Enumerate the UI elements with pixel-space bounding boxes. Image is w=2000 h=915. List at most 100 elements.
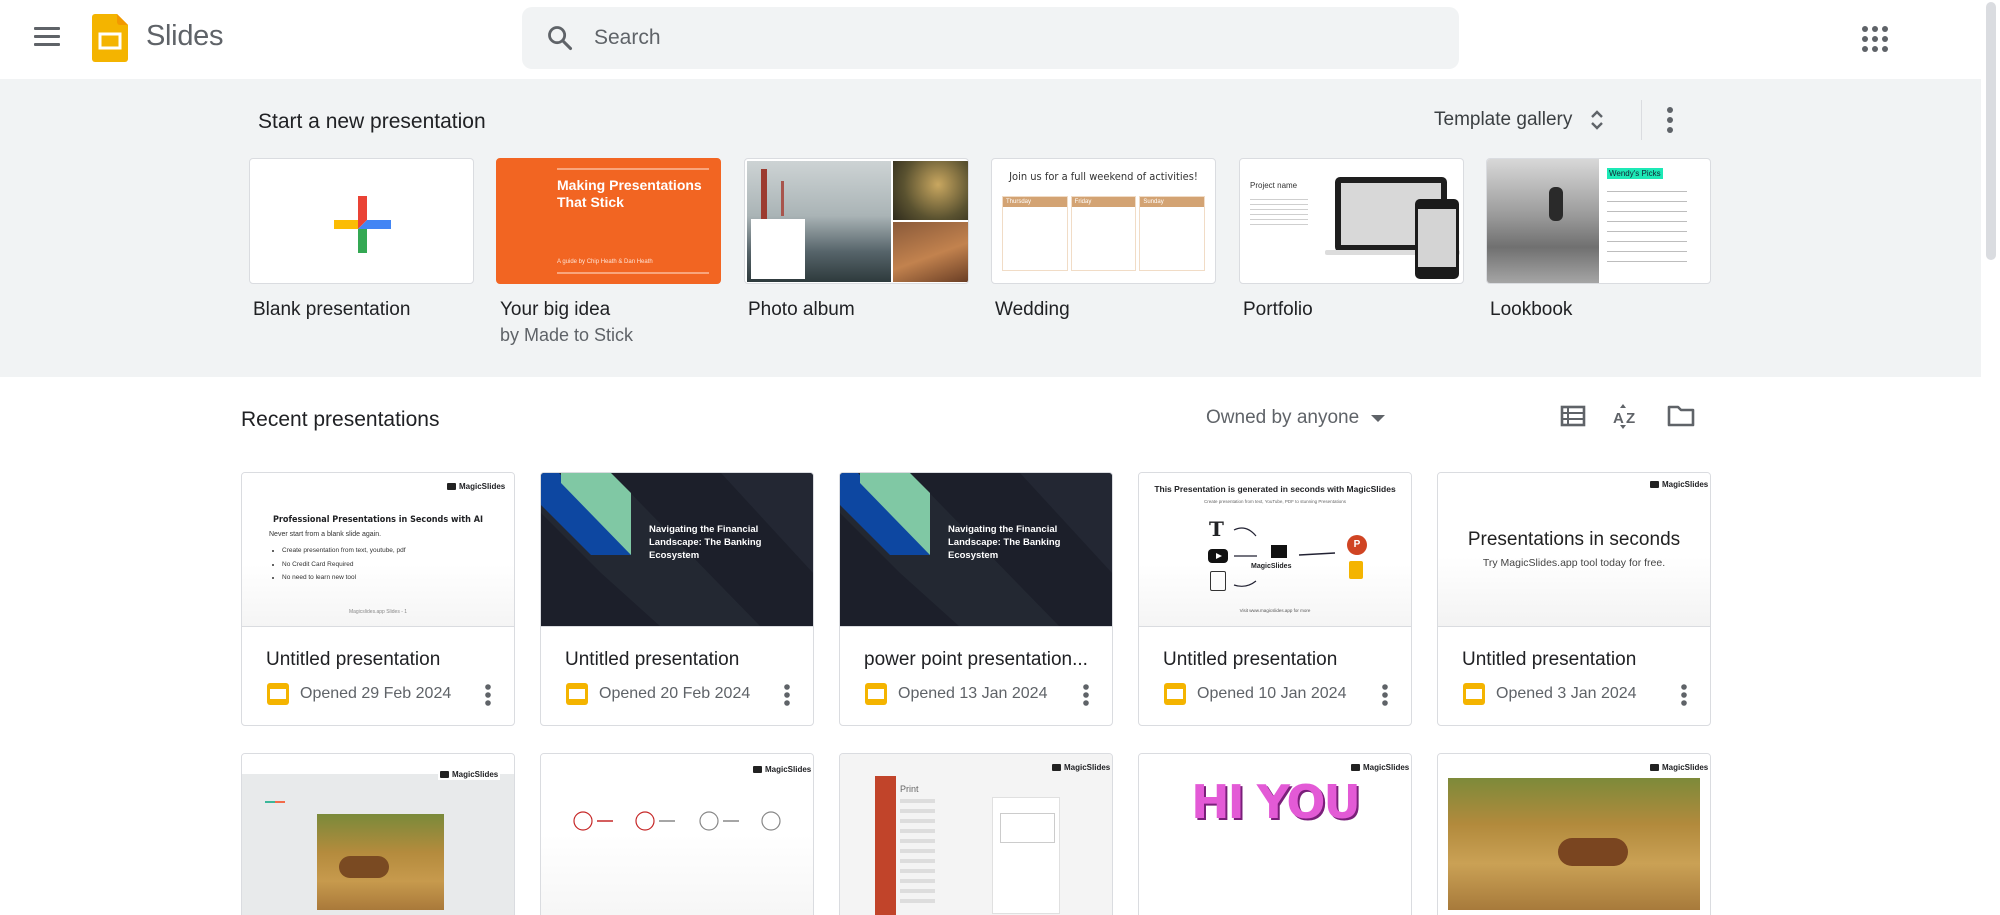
- file-thumbnail[interactable]: Navigating the Financial Landscape: The …: [840, 473, 1112, 627]
- file-title: Untitled presentation: [1163, 649, 1338, 670]
- template-thumbnail[interactable]: Project name: [1239, 158, 1464, 284]
- skater-photo: [1487, 159, 1599, 283]
- file-thumbnail[interactable]: MagicSlides HI YOU: [1139, 754, 1411, 915]
- thumb-line: Try MagicSlides.app tool today for free.: [1482, 557, 1666, 569]
- dropdown-caret-icon: [1371, 414, 1386, 422]
- sidebar-strip: [875, 776, 896, 915]
- recent-file-card[interactable]: MagicSlides: [1437, 753, 1711, 915]
- thumb-line: Never start from a blank slide again.: [269, 531, 382, 538]
- template-lookbook[interactable]: Wendy's Picks Lookbook: [1486, 158, 1711, 321]
- template-your-big-idea[interactable]: Making Presentations That Stick A guide …: [496, 158, 721, 346]
- template-photo-album[interactable]: Photo album: [744, 158, 969, 321]
- decor-line: [557, 168, 709, 170]
- recent-file-card[interactable]: MagicSlides Print: [839, 753, 1113, 915]
- hamburger-line: [34, 35, 60, 38]
- recent-file-card[interactable]: MagicSlides: [241, 753, 515, 915]
- thumb-heading: Presentations in seconds: [1467, 529, 1681, 550]
- flow-arrows: [1233, 527, 1336, 587]
- unfold-more-icon: [1591, 110, 1604, 130]
- file-thumbnail[interactable]: MagicSlides Presentations in seconds Try…: [1438, 473, 1710, 627]
- file-more-options-icon[interactable]: [478, 681, 498, 709]
- google-apps-grid-icon[interactable]: [1860, 24, 1890, 54]
- folder-picker-icon[interactable]: [1666, 401, 1696, 431]
- schedule-col: Sunday: [1139, 196, 1206, 271]
- search-icon[interactable]: [546, 24, 574, 52]
- hamburger-menu-icon: [34, 27, 60, 30]
- settings-list: [900, 799, 935, 909]
- thumb-footer: Visit www.magicslides.app for more: [1239, 608, 1311, 613]
- file-more-options-icon[interactable]: [1674, 681, 1694, 709]
- brand-icon: [440, 771, 449, 778]
- template-thumb-title: Making Presentations That Stick: [557, 177, 702, 210]
- thumb-bullets: Create presentation from text, youtube, …: [282, 544, 406, 585]
- recent-file-card[interactable]: MagicSlides Presentations in seconds Try…: [1437, 472, 1711, 726]
- template-name: Portfolio: [1243, 299, 1313, 320]
- more-options-icon[interactable]: [1658, 104, 1682, 136]
- search-input[interactable]: [594, 7, 1434, 69]
- template-thumb-title: Project name: [1250, 181, 1298, 190]
- template-section-title: Start a new presentation: [258, 110, 486, 133]
- slides-file-icon: [865, 683, 887, 705]
- phone-mockup: [1415, 199, 1459, 279]
- recent-file-card[interactable]: MagicSlides: [540, 753, 814, 915]
- page-scrollbar[interactable]: [1981, 0, 2000, 915]
- hamburger-line: [34, 43, 60, 46]
- file-thumbnail[interactable]: This Presentation is generated in second…: [1139, 473, 1411, 627]
- recent-section-title: Recent presentations: [241, 408, 440, 431]
- file-thumbnail[interactable]: MagicSlides Print: [840, 754, 1112, 915]
- thumb-bullet: No need to learn new tool: [282, 571, 406, 585]
- google-slides-logo[interactable]: [92, 14, 128, 62]
- file-thumbnail[interactable]: Navigating the Financial Landscape: The …: [541, 473, 813, 627]
- file-thumbnail[interactable]: MagicSlides: [541, 754, 813, 915]
- template-thumbnail[interactable]: [744, 158, 969, 284]
- preview-slide: [1000, 813, 1055, 843]
- file-more-options-icon[interactable]: [777, 681, 797, 709]
- list-view-icon[interactable]: [1558, 401, 1588, 431]
- recent-file-card[interactable]: This Presentation is generated in second…: [1138, 472, 1412, 726]
- file-more-options-icon[interactable]: [1076, 681, 1096, 709]
- scrollbar-thumb[interactable]: [1986, 2, 1996, 260]
- decor-line: [557, 272, 709, 274]
- template-wedding[interactable]: Join us for a full weekend of activities…: [991, 158, 1216, 321]
- file-thumbnail[interactable]: MagicSlides: [242, 754, 514, 915]
- template-thumbnail[interactable]: [249, 158, 474, 284]
- template-gallery-toggle[interactable]: Template gallery: [1424, 97, 1614, 143]
- accent-line: [265, 801, 275, 803]
- template-thumbnail[interactable]: Making Presentations That Stick A guide …: [496, 158, 721, 284]
- last-opened-date: Opened 20 Feb 2024: [599, 685, 751, 702]
- thumb-heading: Navigating the Financial Landscape: The …: [649, 524, 762, 561]
- skater-figure: [1549, 187, 1563, 221]
- divider: [1641, 100, 1642, 140]
- search-bar[interactable]: [522, 7, 1459, 69]
- app-name[interactable]: Slides: [146, 20, 223, 53]
- brand-text: MagicSlides: [1064, 763, 1111, 772]
- sort-az-icon[interactable]: A Z: [1611, 401, 1641, 431]
- recent-file-card[interactable]: MagicSlides HI YOU: [1138, 753, 1412, 915]
- owner-filter-dropdown[interactable]: Owned by anyone: [1200, 400, 1391, 436]
- recent-file-card[interactable]: Navigating the Financial Landscape: The …: [540, 472, 814, 726]
- main-menu-button[interactable]: [34, 27, 60, 49]
- thumb-heading: Professional Presentations in Seconds wi…: [273, 515, 483, 525]
- template-thumbnail[interactable]: Join us for a full weekend of activities…: [991, 158, 1216, 284]
- last-opened-date: Opened 29 Feb 2024: [300, 685, 452, 702]
- file-thumbnail[interactable]: MagicSlides: [1438, 754, 1710, 915]
- deer-photo: [1448, 778, 1700, 910]
- top-bar: Slides: [0, 0, 1981, 79]
- magicslides-brand: MagicSlides: [447, 482, 505, 491]
- col-header: Thursday: [1003, 197, 1067, 207]
- recent-file-card[interactable]: MagicSlides Professional Presentations i…: [241, 472, 515, 726]
- slides-file-icon: [267, 683, 289, 705]
- deer-figure: [1558, 838, 1628, 866]
- brand-icon: [1052, 764, 1061, 771]
- template-portfolio[interactable]: Project name Portfolio: [1239, 158, 1464, 321]
- file-more-options-icon[interactable]: [1375, 681, 1395, 709]
- template-thumbnail[interactable]: Wendy's Picks: [1486, 158, 1711, 284]
- phone-screen: [1418, 209, 1456, 267]
- template-blank[interactable]: Blank presentation: [249, 158, 474, 321]
- last-opened-date: Opened 13 Jan 2024: [898, 685, 1048, 702]
- template-author: by Made to Stick: [500, 325, 634, 345]
- recent-file-card[interactable]: Navigating the Financial Landscape: The …: [839, 472, 1113, 726]
- brand-icon: [1650, 481, 1659, 488]
- file-title: power point presentation...: [864, 649, 1088, 670]
- file-thumbnail[interactable]: MagicSlides Professional Presentations i…: [242, 473, 514, 627]
